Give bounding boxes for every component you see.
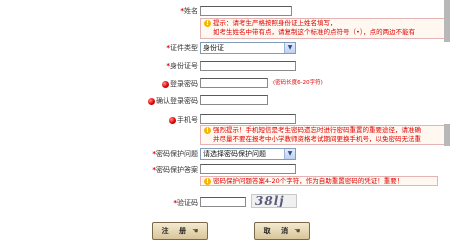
warning-icon: ! (204, 177, 211, 185)
confirm-password-label: 确认登录密码 (156, 97, 198, 105)
id-number-label: 身份证号 (170, 62, 198, 70)
security-answer-label-group: *密码保护答案 (152, 165, 198, 175)
captcha-label: 验证码 (177, 199, 198, 207)
name-hint-box: ! 提示：请考生严格按照身份证上姓名填写， 如考生姓名中带有点，请复制这个标准的点… (200, 18, 450, 39)
security-question-select[interactable]: 请选择密码保护问题 ▼ (200, 148, 296, 160)
id-type-select[interactable]: 身份证 ▼ (200, 42, 296, 54)
name-label-group: *姓名 (180, 6, 198, 16)
id-type-value: 身份证 (203, 44, 224, 52)
hand-pointer-icon: ☚ (192, 227, 199, 235)
captcha-input[interactable] (200, 197, 246, 207)
name-hint-line1: 提示：请考生严格按照身份证上姓名填写， (213, 19, 337, 27)
scrollbar[interactable] (444, 0, 450, 42)
mobile-label: 手机号 (177, 116, 198, 124)
red-dot-icon (162, 80, 169, 88)
security-question-label: 密码保护问题 (156, 150, 198, 158)
mobile-input[interactable] (200, 114, 296, 124)
captcha-image-text: 38lj (255, 194, 285, 208)
captcha-image[interactable]: 38lj (251, 194, 297, 208)
red-dot-icon (148, 97, 155, 105)
id-number-input[interactable] (200, 61, 296, 71)
security-answer-label: 密码保护答案 (156, 166, 198, 174)
security-answer-hint: 密码保护问题答案4-20个字符，作为自助重置密码的凭证！重要！ (213, 177, 404, 185)
mobile-hint-line2: 并尽量不要在报考中小学教师资格考试期间更换手机号，以免密码无法重 (213, 135, 421, 143)
red-dot-icon (169, 116, 176, 124)
cancel-button[interactable]: 取 消 ☚ (254, 222, 310, 240)
chevron-down-icon[interactable]: ▼ (284, 149, 295, 159)
security-answer-hint-box: ! 密码保护问题答案4-20个字符，作为自助重置密码的凭证！重要！ (200, 176, 438, 186)
mobile-hint-line1: 强烈提示！手机短信是考生密码遗忘时进行密码重置的重要途径，请准确 (213, 126, 421, 134)
name-input[interactable] (200, 6, 292, 16)
captcha-label-group: *验证码 (173, 198, 198, 208)
password-label: 登录密码 (170, 80, 198, 88)
id-number-label-group: *身份证号 (166, 61, 198, 71)
mobile-label-group: 手机号 (169, 115, 198, 125)
mobile-hint-box: ! 强烈提示！手机短信是考生密码遗忘时进行密码重置的重要途径，请准确 并尽量不要在… (200, 125, 450, 145)
id-type-label: 证件类型 (170, 44, 198, 52)
id-type-label-group: *证件类型 (166, 43, 198, 53)
confirm-password-input[interactable] (200, 95, 268, 105)
security-answer-input[interactable] (200, 164, 296, 174)
register-button-label: 注 册 (161, 227, 191, 235)
password-input[interactable] (200, 78, 268, 88)
password-label-group: 登录密码 (162, 79, 198, 89)
warning-icon: ! (204, 19, 211, 27)
register-button[interactable]: 注 册 ☚ (152, 222, 208, 240)
confirm-password-label-group: 确认登录密码 (148, 96, 198, 106)
security-question-label-group: *密码保护问题 (152, 149, 198, 159)
security-question-value: 请选择密码保护问题 (203, 150, 266, 158)
scrollbar-thumb[interactable] (444, 124, 450, 146)
name-hint-line2: 如考生姓名中带有点，请复制这个标准的点符号（•），点的两边不能有 (213, 28, 416, 36)
name-label: 姓名 (184, 7, 198, 15)
cancel-button-label: 取 消 (263, 227, 293, 235)
warning-icon: ! (204, 126, 211, 134)
hand-pointer-icon: ☚ (294, 227, 301, 235)
password-hint: (密码长度6-20字符) (273, 80, 323, 86)
chevron-down-icon[interactable]: ▼ (284, 43, 295, 53)
